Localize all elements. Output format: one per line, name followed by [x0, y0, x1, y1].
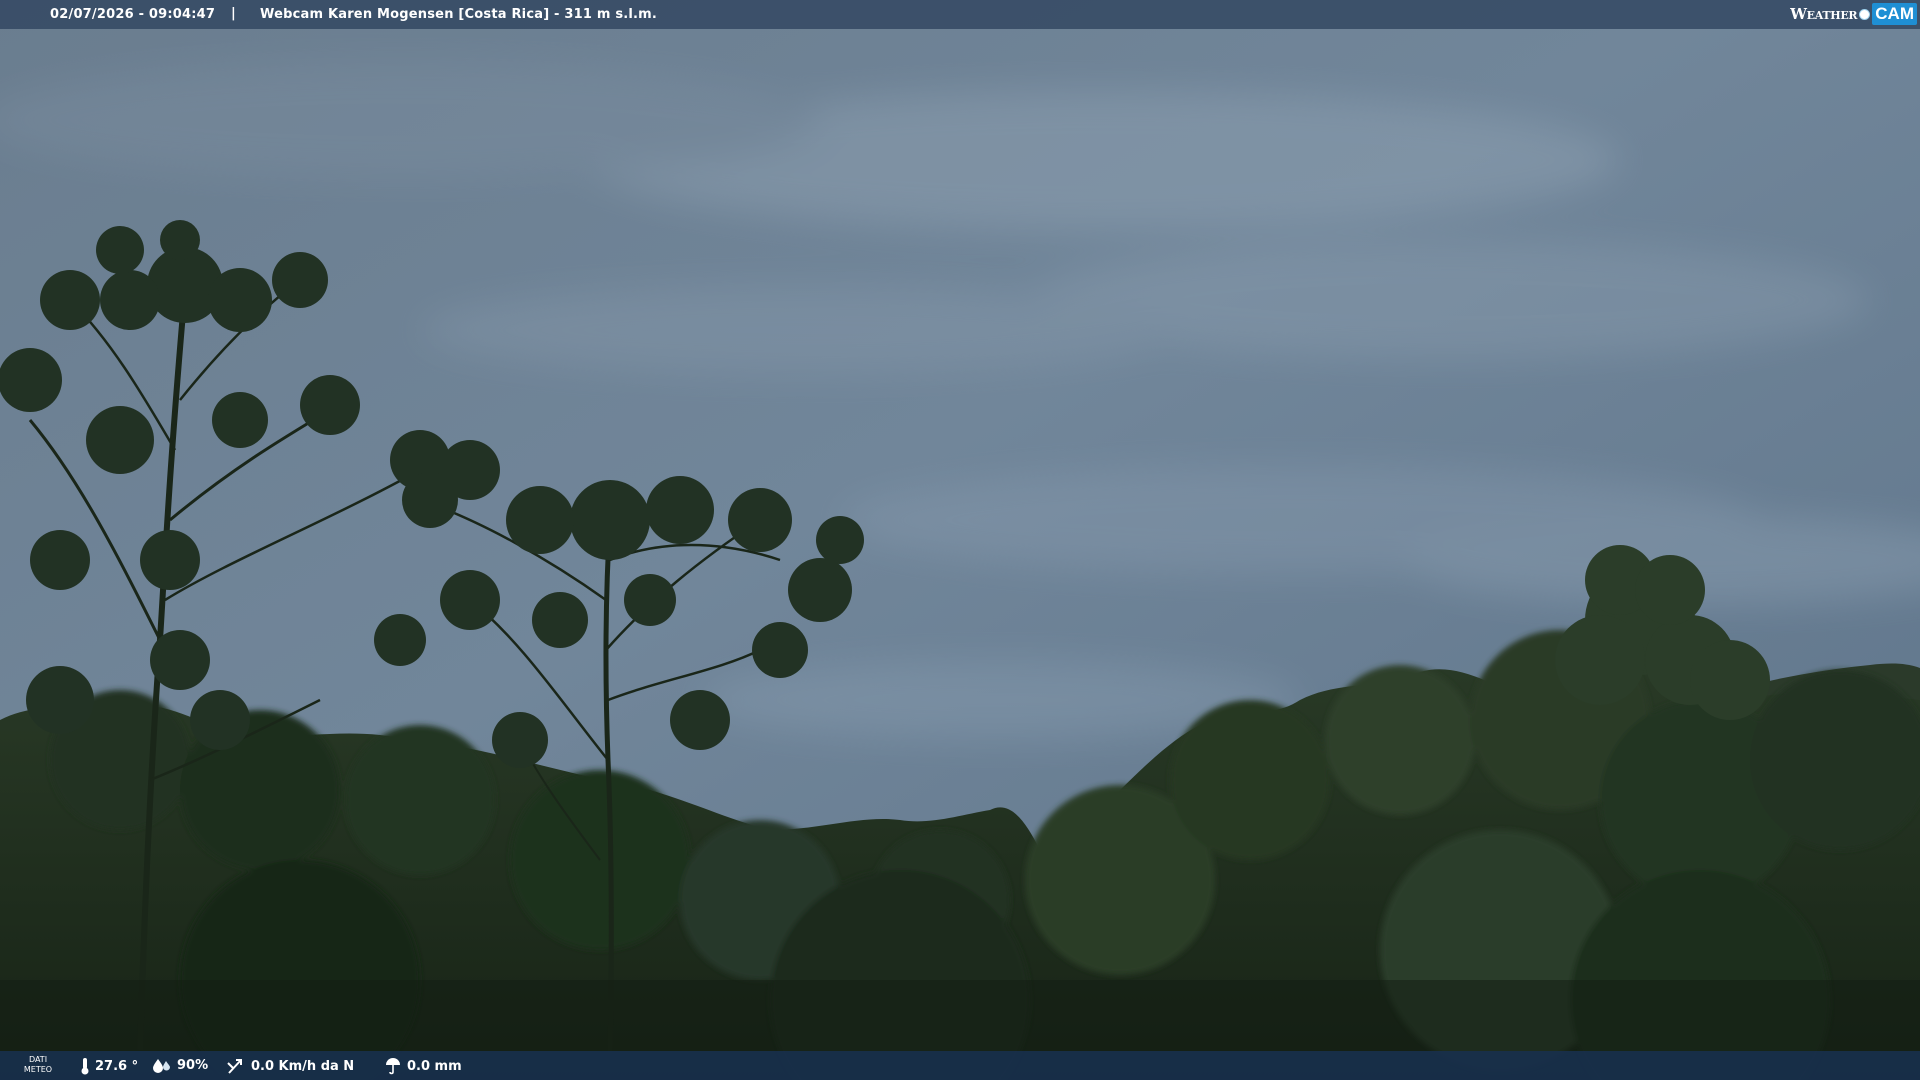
- wind-icon: [227, 1059, 242, 1074]
- rain-icon: [386, 1058, 400, 1075]
- weathercam-logo: Weather CAM: [1790, 2, 1917, 26]
- webcam-frame: 02/07/2026 - 09:04:47 | Webcam Karen Mog…: [0, 0, 1920, 1080]
- temperature-reading: 27.6 °: [80, 1057, 138, 1075]
- weather-data-label: DATI METEO: [22, 1055, 54, 1075]
- thermometer-icon: [81, 1058, 89, 1075]
- weather-data-bar: DATI METEO 27.6 ° 90% 0.0 Km/h da N 0.0 …: [0, 1051, 1920, 1080]
- logo-dot-icon: [1859, 8, 1871, 20]
- top-info-bar: 02/07/2026 - 09:04:47 | Webcam Karen Mog…: [0, 0, 1920, 29]
- webcam-scene: [0, 0, 1920, 1080]
- rain-value: 0.0 mm: [407, 1058, 462, 1074]
- humidity-icon: [153, 1059, 170, 1073]
- title-separator: |: [231, 6, 236, 21]
- wind-value: 0.0 Km/h da N: [251, 1058, 355, 1074]
- rain-reading: 0.0 mm: [384, 1057, 462, 1075]
- logo-weather-text: Weather: [1790, 5, 1858, 23]
- weather-label-line1: DATI: [28, 1055, 48, 1064]
- temperature-value: 27.6 °: [95, 1058, 139, 1074]
- wind-reading: 0.0 Km/h da N: [226, 1057, 354, 1075]
- webcam-title: Webcam Karen Mogensen [Costa Rica] - 311…: [260, 7, 658, 22]
- logo-cam-text: CAM: [1872, 3, 1917, 25]
- timestamp: 02/07/2026 - 09:04:47: [50, 7, 216, 22]
- weather-label-line2: METEO: [23, 1065, 53, 1074]
- humidity-reading: 90%: [152, 1057, 208, 1073]
- humidity-value: 90%: [177, 1057, 209, 1073]
